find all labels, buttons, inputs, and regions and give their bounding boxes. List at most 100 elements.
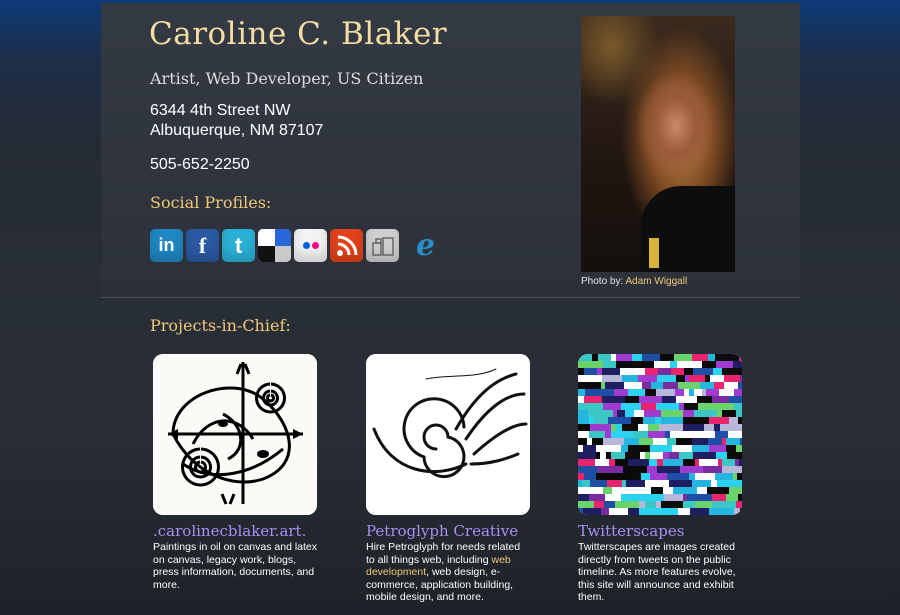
pixel-block [692, 445, 709, 452]
pixel-block [718, 459, 722, 466]
pixel-block [738, 382, 742, 389]
pixel-block [712, 501, 736, 508]
pixel-block [594, 501, 604, 508]
pixel-block [644, 410, 661, 417]
pixel-block [707, 487, 729, 494]
pixel-block [667, 473, 689, 480]
pixel-block [682, 431, 702, 438]
pixel-block [583, 445, 596, 452]
pixel-block [698, 417, 709, 424]
pixel-block [645, 452, 650, 459]
pixel-block [603, 438, 624, 445]
pixel-block [716, 403, 734, 410]
pixel-block [670, 361, 677, 368]
pixel-block [614, 389, 628, 396]
pixel-block [594, 417, 608, 424]
pixel-block [638, 424, 648, 431]
pixel-block [641, 403, 656, 410]
pixel-block [693, 361, 702, 368]
pixel-block [611, 431, 633, 438]
art-spiral-thumbnail[interactable] [153, 354, 317, 515]
pixel-block [697, 396, 712, 403]
pixel-block [662, 396, 676, 403]
pixel-block [624, 438, 639, 445]
pixel-block [676, 375, 685, 382]
pixel-block [617, 410, 625, 417]
twitterscape-pixels [578, 354, 742, 515]
flickr-icon[interactable] [294, 229, 327, 262]
pixel-block [661, 501, 683, 508]
pixel-block [738, 494, 742, 501]
pixel-block [578, 487, 603, 494]
etsy-e-icon[interactable]: e [402, 229, 449, 262]
pixel-block [578, 466, 598, 473]
pixel-block [601, 508, 609, 515]
facebook-icon[interactable]: f [186, 229, 219, 262]
pixel-block [643, 417, 655, 424]
pixel-block [639, 508, 655, 515]
pixel-block [710, 375, 724, 382]
project-card: Petroglyph Creative Hire Petroglyph for … [366, 354, 536, 604]
myspace-icon[interactable] [366, 229, 399, 262]
pixel-block [621, 494, 642, 501]
pixel-block [650, 452, 657, 459]
twitterscape-thumbnail[interactable] [578, 354, 742, 515]
project-title-carolinecblaker[interactable]: .carolinecblaker.art. [153, 522, 323, 540]
pixel-block [583, 508, 601, 515]
pixel-block [683, 424, 704, 431]
linkedin-icon[interactable]: in [150, 229, 183, 262]
pixel-block [660, 354, 674, 361]
pixel-block [736, 445, 742, 452]
pixel-block [658, 382, 663, 389]
twitter-icon[interactable]: t [222, 229, 255, 262]
pixel-block [715, 473, 733, 480]
portrait-badge [649, 238, 659, 268]
pixel-block [641, 361, 654, 368]
pixel-block [606, 452, 611, 459]
pixel-block [657, 452, 663, 459]
pixel-block [717, 480, 732, 487]
pixel-block [719, 389, 734, 396]
pixel-block [738, 466, 742, 473]
pixel-block [628, 389, 632, 396]
petroglyph-spiral-thumbnail[interactable] [366, 354, 530, 515]
pixel-block [645, 501, 656, 508]
pixel-block [656, 389, 675, 396]
pixel-block [684, 368, 693, 375]
pixel-block [588, 410, 613, 417]
pixel-block [616, 480, 622, 487]
pixel-block [714, 382, 724, 389]
pixel-block [649, 459, 657, 466]
pixel-block [589, 417, 594, 424]
pixel-block [645, 480, 669, 487]
pixel-block [738, 417, 742, 424]
rss-icon[interactable] [330, 229, 363, 262]
pixel-block [713, 368, 722, 375]
pixel-block [677, 361, 688, 368]
pixel-block [642, 382, 651, 389]
pixel-block [685, 375, 689, 382]
pixel-block [689, 389, 694, 396]
pixel-block [639, 396, 662, 403]
pixel-block [734, 389, 742, 396]
pixel-block [722, 466, 738, 473]
address: 6344 4th Street NW Albuquerque, NM 87107 [150, 101, 323, 141]
pixel-block [720, 424, 742, 431]
pixel-block [622, 424, 638, 431]
project-title-twitterscapes[interactable]: Twitterscapes [578, 522, 748, 540]
pixel-block [578, 501, 587, 508]
pixel-block [578, 410, 588, 417]
pixel-block [602, 368, 620, 375]
pixel-block [621, 403, 641, 410]
pixel-block [578, 396, 584, 403]
delicious-icon[interactable] [258, 229, 291, 262]
pixel-block [733, 361, 742, 368]
pixel-block [605, 382, 624, 389]
project-title-petroglyph[interactable]: Petroglyph Creative [366, 522, 536, 540]
pixel-block [741, 452, 742, 459]
pixel-block [584, 396, 602, 403]
pixel-block [592, 354, 598, 361]
pixel-block [699, 459, 718, 466]
photographer-link[interactable]: Adam Wiggall [626, 276, 688, 287]
pixel-block [702, 361, 716, 368]
